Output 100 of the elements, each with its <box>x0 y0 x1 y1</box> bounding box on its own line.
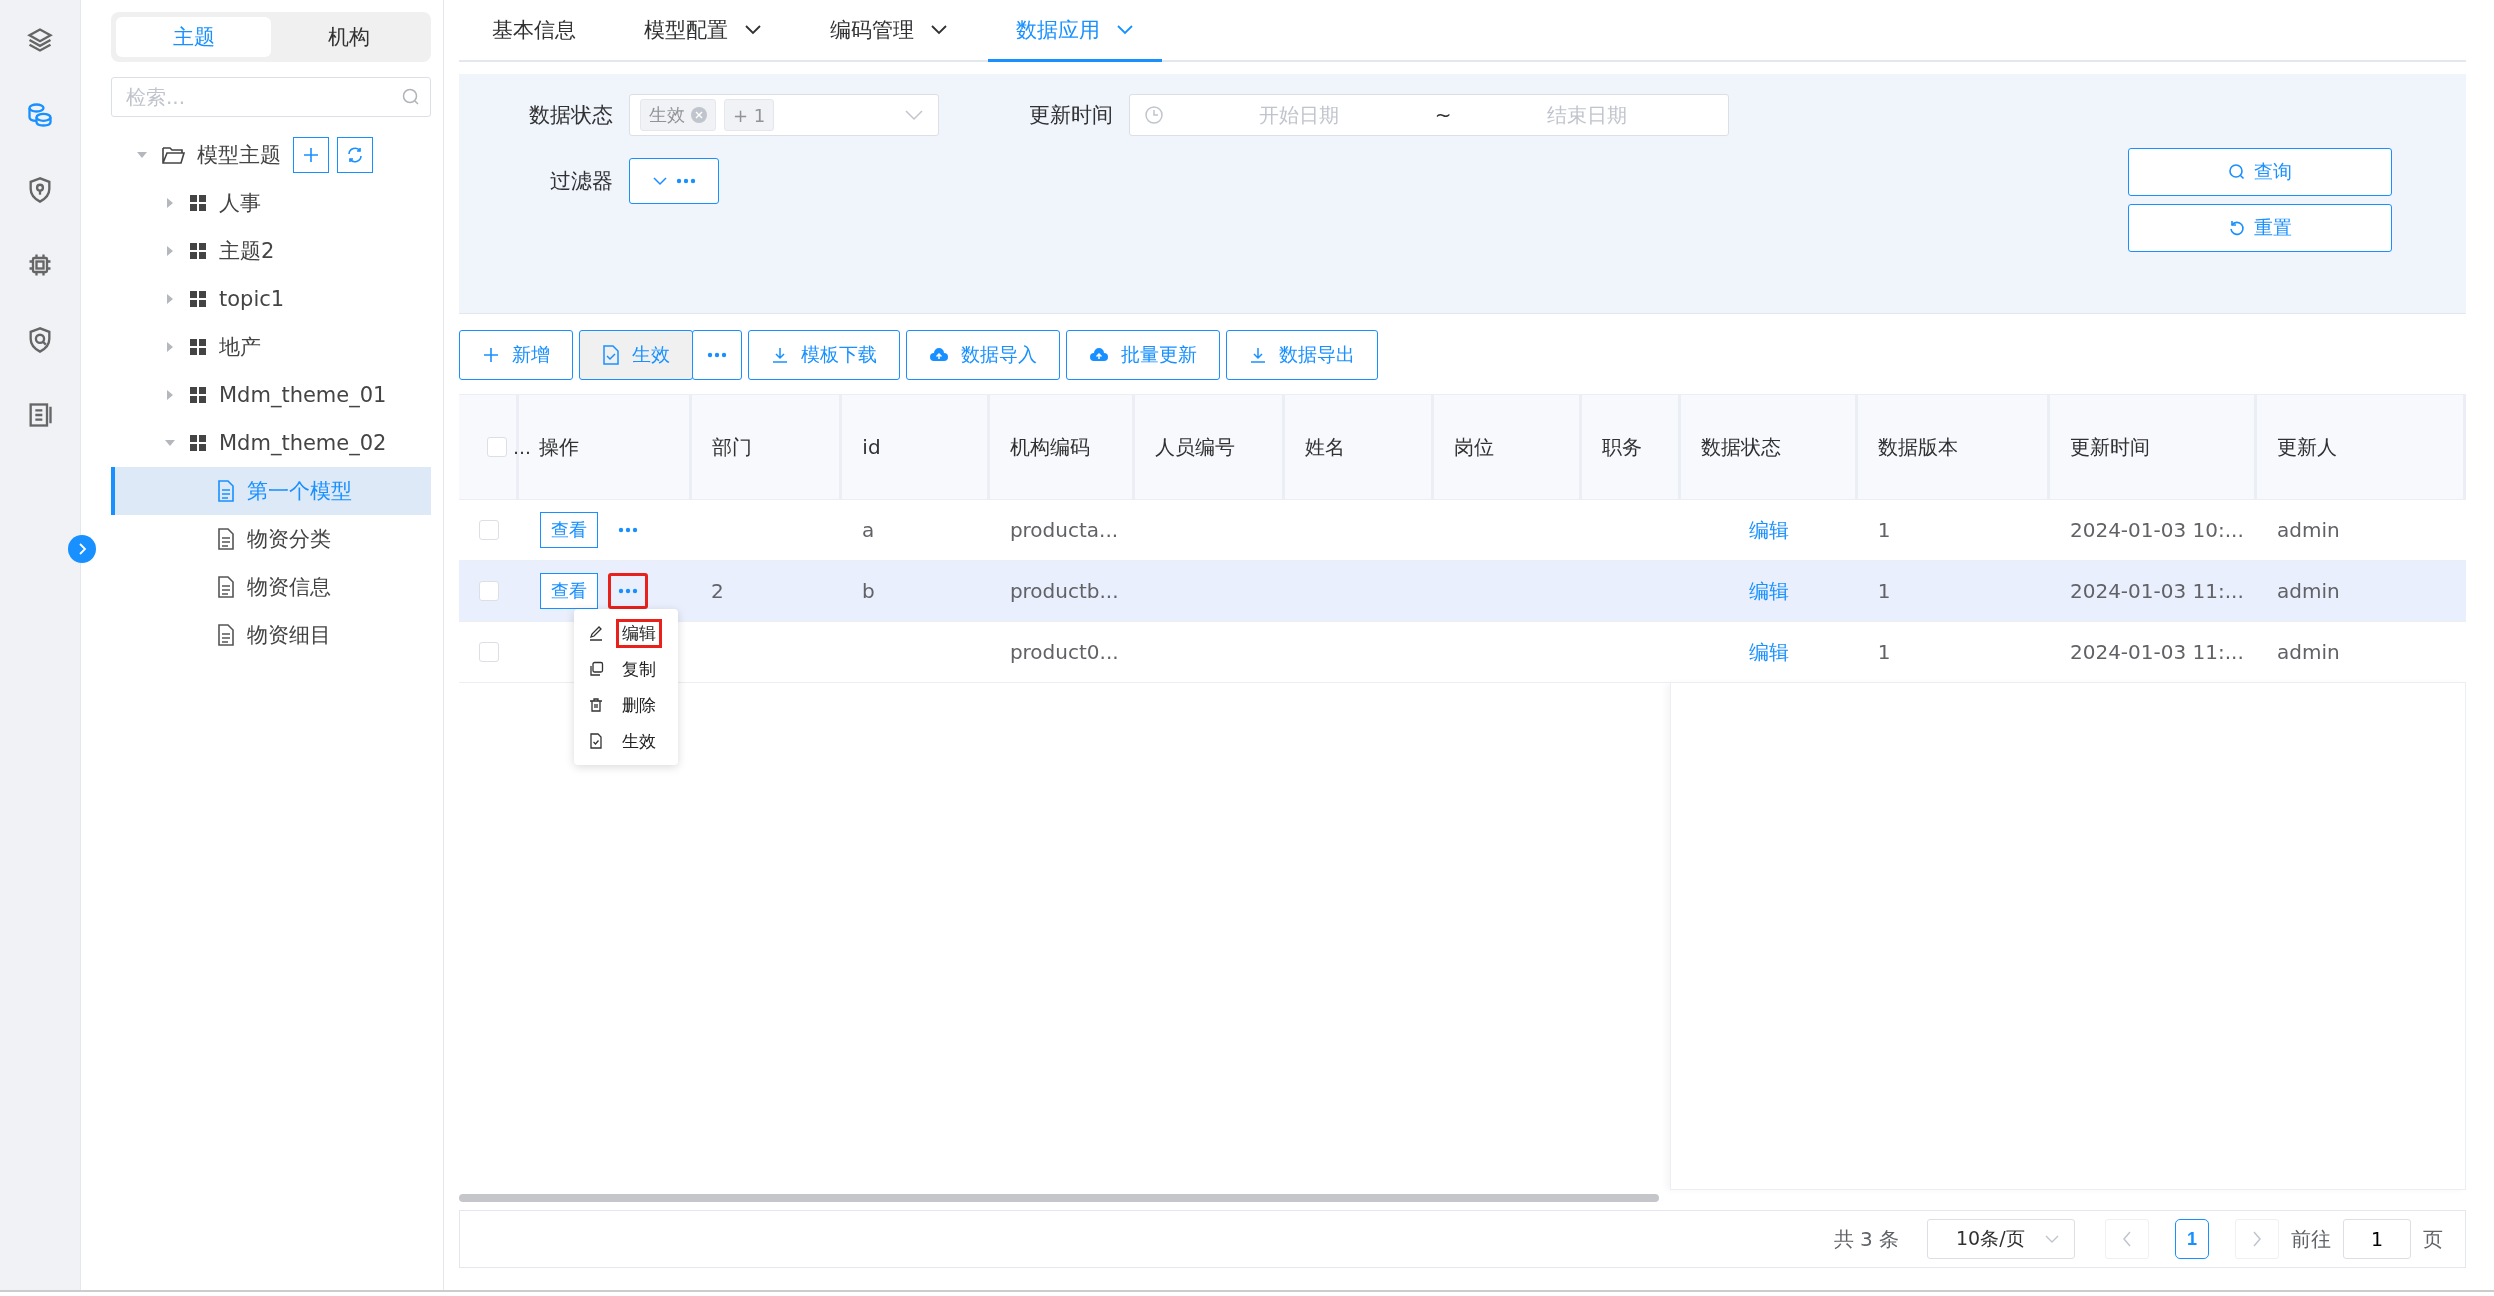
tree-item[interactable]: Mdm_theme_02 <box>111 419 431 467</box>
column-header: … <box>513 436 531 458</box>
date-range-picker[interactable]: 开始日期 ~ 结束日期 <box>1129 94 1729 136</box>
refresh-icon <box>346 146 364 164</box>
document-icon <box>217 528 235 550</box>
menu-item[interactable]: 生效 <box>616 726 663 756</box>
start-date-input[interactable]: 开始日期 <box>1172 102 1427 128</box>
field-label: 过滤器 <box>549 168 614 195</box>
tag: + 1 <box>724 99 775 131</box>
menu-item[interactable]: 编辑 <box>616 618 663 648</box>
page-size-select[interactable]: 10条/页 <box>1927 1219 2075 1259</box>
add-button[interactable] <box>293 137 329 173</box>
column-header: 职务 <box>1581 395 1681 499</box>
tab[interactable]: 编码管理 <box>802 0 976 62</box>
tree-item[interactable]: topic1 <box>111 275 431 323</box>
search-field[interactable]: 检索... <box>111 77 431 117</box>
column-header: 机构编码 <box>990 395 1136 499</box>
tab[interactable]: 机构 <box>271 17 426 57</box>
column-header: 岗位 <box>1434 395 1582 499</box>
tree-item[interactable]: 物资细目 <box>111 611 431 659</box>
tab[interactable]: 基本信息 <box>464 0 604 62</box>
table-cell: producta... <box>1009 518 1119 542</box>
tree-item[interactable]: 模型主题 <box>111 131 431 179</box>
trash-icon <box>588 697 605 713</box>
copy-icon <box>588 661 605 677</box>
total-count: 共 3 条 <box>1833 1225 1899 1253</box>
filter-dropdown-button[interactable] <box>629 158 719 204</box>
chevron-down-icon <box>2044 1234 2060 1244</box>
checkbox[interactable] <box>479 642 499 662</box>
column-header: 更新时间 <box>2050 395 2258 499</box>
cloud-upload-icon <box>929 347 949 363</box>
table-cell: admin <box>2277 518 2340 542</box>
reset-icon <box>2228 219 2246 237</box>
tab[interactable]: 模型配置 <box>616 0 790 62</box>
pencil-icon <box>588 625 605 641</box>
clock-icon <box>1144 105 1164 125</box>
tree-item[interactable]: 人事 <box>111 179 431 227</box>
column-header: 姓名 <box>1285 395 1434 499</box>
tree-item[interactable]: 主题2 <box>111 227 431 275</box>
plus-icon <box>302 146 320 164</box>
table-cell: 1 <box>1877 579 1891 603</box>
document-icon <box>217 624 235 646</box>
table-cell: productb... <box>1009 579 1119 603</box>
table-cell: b <box>861 579 875 603</box>
menu-item[interactable]: 删除 <box>616 690 663 720</box>
chevron-right-icon <box>2251 1230 2263 1248</box>
grid-icon <box>189 434 207 452</box>
download-icon <box>1249 346 1267 364</box>
table-cell: admin <box>2277 640 2340 664</box>
search-icon <box>2228 163 2246 181</box>
checkbox[interactable] <box>479 581 499 601</box>
close-icon[interactable] <box>691 107 707 123</box>
table-cell: 1 <box>1877 640 1891 664</box>
end-date-input[interactable]: 结束日期 <box>1459 102 1714 128</box>
tree-item[interactable]: Mdm_theme_01 <box>111 371 431 419</box>
layers-icon[interactable] <box>26 26 54 54</box>
table-cell: 2024-01-03 10:... <box>2069 518 2244 542</box>
page-suffix: 页 <box>2423 1225 2443 1253</box>
plus-icon <box>482 346 500 364</box>
table-cell: product0... <box>1009 640 1119 664</box>
chevron-down-icon <box>904 109 924 121</box>
expand-button[interactable] <box>68 535 96 563</box>
refresh-button[interactable] <box>337 137 373 173</box>
table-cell: 2024-01-03 11:... <box>2069 579 2244 603</box>
search-icon <box>401 87 421 107</box>
table-cell: a <box>861 518 875 542</box>
goto-label: 前往 <box>2291 1225 2331 1253</box>
checkbox[interactable] <box>487 437 507 457</box>
next-page-button[interactable] <box>2235 1219 2279 1259</box>
grid-icon <box>189 194 207 212</box>
column-header: id <box>842 395 991 499</box>
scrollbar-thumb[interactable] <box>459 1194 1659 1202</box>
cloud-upload-icon <box>1089 347 1109 363</box>
document-check-icon <box>588 733 605 749</box>
field-label: 数据状态 <box>528 102 614 129</box>
table-cell: 2024-01-03 11:... <box>2069 640 2244 664</box>
more-button[interactable] <box>692 330 742 380</box>
range-separator: ~ <box>1434 103 1452 127</box>
table-cell: 2 <box>711 579 724 603</box>
column-header: 人员编号 <box>1135 395 1286 499</box>
grid-icon <box>189 386 207 404</box>
column-header: 部门 <box>691 395 843 499</box>
table-cell: admin <box>2277 579 2340 603</box>
download-icon <box>771 346 789 364</box>
menu-item[interactable]: 复制 <box>616 654 663 684</box>
tree-item[interactable]: 物资分类 <box>111 515 431 563</box>
chevron-left-icon <box>2121 1230 2133 1248</box>
checkbox[interactable] <box>479 520 499 540</box>
previous-page-button[interactable] <box>2105 1219 2149 1259</box>
column-header: 更新人 <box>2257 395 2466 499</box>
field-label: 更新时间 <box>1028 102 1114 129</box>
tree-item[interactable]: 地产 <box>111 323 431 371</box>
more-icon <box>676 178 696 184</box>
tree-item[interactable]: 物资信息 <box>111 563 431 611</box>
page-input[interactable]: 1 <box>2343 1219 2411 1259</box>
chevron-down-icon <box>652 176 668 186</box>
database-icon[interactable] <box>26 101 54 129</box>
tag: 生效 <box>640 99 716 131</box>
more-icon <box>618 527 639 533</box>
document-check-icon <box>602 345 620 365</box>
